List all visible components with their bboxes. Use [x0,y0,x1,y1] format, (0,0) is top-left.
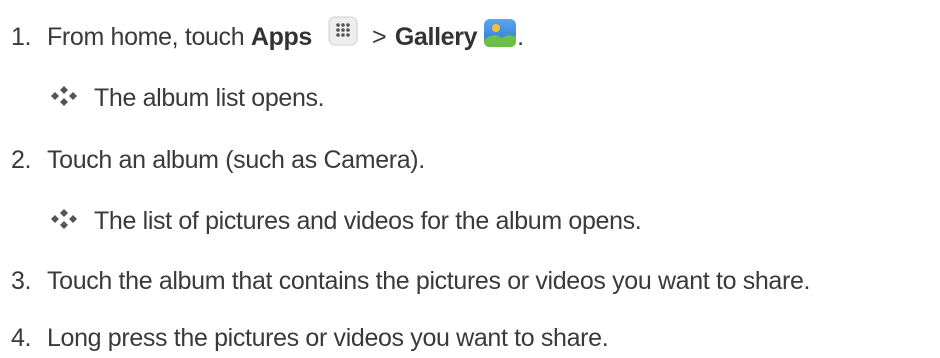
step-number: 2. [11,145,32,174]
gallery-icon [483,18,517,48]
gallery-label: Gallery [394,22,478,51]
result-1: The album list opens. [0,78,325,118]
step-3: 3. Touch the album that contains the pic… [0,261,810,301]
menu-separator: > [371,22,387,51]
step-1: 1. From home, touch Apps > Gallery . [0,16,524,57]
step-number: 3. [11,266,32,295]
step-text: Long press the pictures or videos you wa… [47,323,609,352]
result-text: The list of pictures and videos for the … [94,206,642,235]
step-text: From home, touch Apps [47,23,312,52]
step-text-suffix: . [517,22,524,51]
step-number: 4. [11,323,32,352]
step-2: 2. Touch an album (such as Camera). [0,140,425,180]
result-bullet-icon [48,85,80,111]
step-text: Touch the album that contains the pictur… [47,266,811,295]
apps-grid-icon [328,16,358,46]
instruction-document: 1. From home, touch Apps > Gallery . The… [0,0,940,352]
step-text-prefix: From home, touch [47,22,251,51]
step-4: 4. Long press the pictures or videos you… [0,318,609,358]
step-number: 1. [11,22,32,51]
result-text: The album list opens. [94,83,325,112]
result-2: The list of pictures and videos for the … [0,201,642,241]
step-text: Touch an album (such as Camera). [47,145,425,174]
apps-label: Apps [250,22,312,51]
result-bullet-icon [48,208,80,234]
